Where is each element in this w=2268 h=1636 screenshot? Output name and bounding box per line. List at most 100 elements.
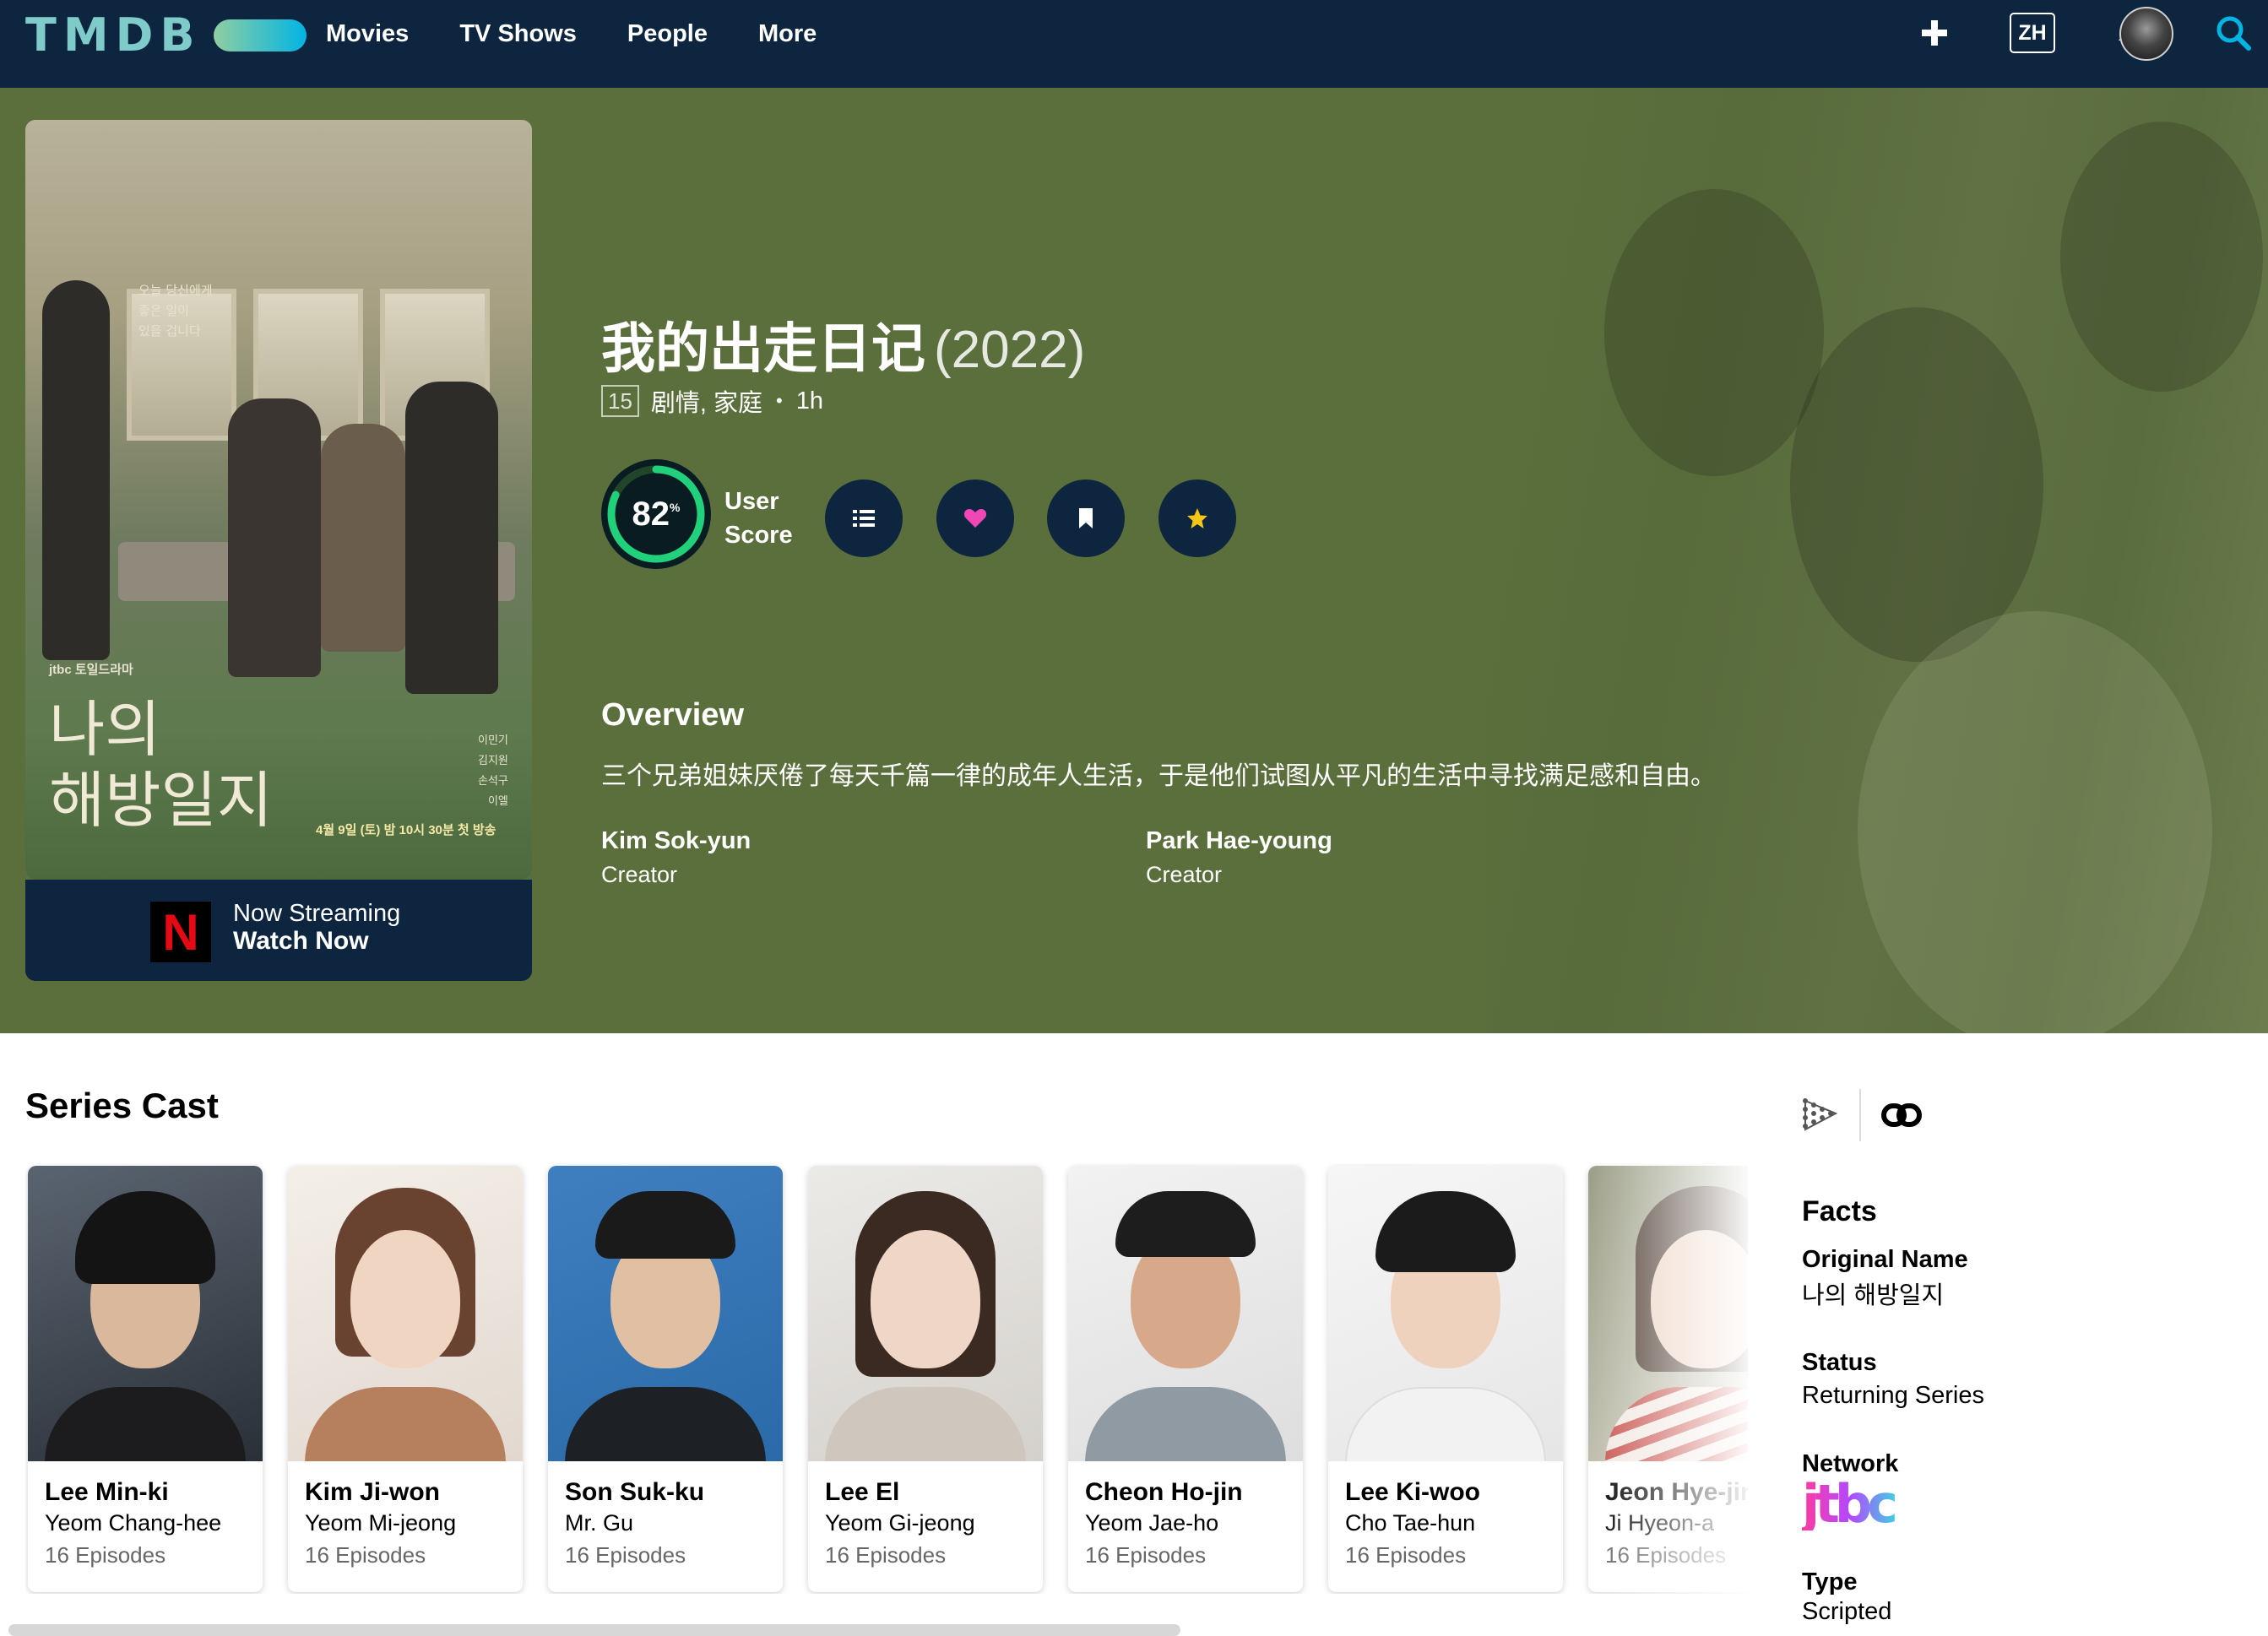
poster-airdate: 4월 9일 (토) 밤 10시 30분 첫 방송 — [316, 823, 496, 837]
creator-role: Creator — [601, 862, 678, 887]
poster-figure — [42, 280, 110, 660]
cast-name[interactable]: Kim Ji-won — [305, 1478, 440, 1507]
hero-section: 오늘 당신에게 좋은 일이 있을 겁니다 jtbc 토일드라마 나의 해방일지 … — [0, 88, 2268, 1033]
cast-card[interactable]: Lee Min-ki Yeom Chang-hee 16 Episodes — [28, 1166, 263, 1592]
fact-label: Status — [1802, 1349, 1877, 1376]
nav-links: Movies TV Shows People More — [326, 0, 867, 68]
nav-people[interactable]: People — [627, 20, 708, 48]
poster-figure — [405, 382, 498, 694]
justwatch-icon[interactable] — [1802, 1097, 1839, 1133]
cast-card[interactable]: Jeon Hye-jin Ji Hyeon-a 16 Episodes — [1588, 1166, 1748, 1592]
photo-shape — [1115, 1191, 1256, 1257]
search-icon[interactable] — [2207, 7, 2260, 59]
cast-name[interactable]: Lee Min-ki — [45, 1478, 169, 1507]
streaming-button[interactable]: N Now Streaming Watch Now — [25, 880, 532, 981]
nav-tv-shows[interactable]: TV Shows — [459, 20, 577, 48]
photo-shape — [305, 1387, 506, 1461]
jtbc-logo[interactable]: jtbc — [1802, 1478, 1898, 1530]
cast-name[interactable]: Son Suk-ku — [565, 1478, 704, 1507]
cast-character: Yeom Jae-ho — [1085, 1510, 1219, 1536]
cast-name[interactable]: Lee El — [825, 1478, 899, 1507]
separator-dot: • — [776, 390, 783, 411]
score-value: 82% — [601, 459, 711, 569]
language-label: ZH — [2010, 13, 2055, 53]
fact-value: Returning Series — [1802, 1382, 1984, 1409]
show-facts: 15 剧情, 家庭 • 1h — [601, 383, 823, 419]
creator-role: Creator — [1146, 862, 1223, 887]
cast-card[interactable]: Lee Ki-woo Cho Tae-hun 16 Episodes — [1328, 1166, 1563, 1592]
page-title: 我的出走日记 (2022) — [601, 306, 1085, 383]
watch-now-label: Watch Now — [233, 927, 369, 955]
cast-episodes: 16 Episodes — [825, 1542, 947, 1568]
language-button[interactable]: ZH — [2006, 7, 2059, 59]
photo-shape — [1651, 1230, 1748, 1368]
cast-episodes: 16 Episodes — [1085, 1542, 1207, 1568]
add-icon[interactable] — [1908, 7, 1961, 59]
genres[interactable]: 剧情, 家庭 — [651, 383, 762, 419]
link-icon[interactable] — [1881, 1102, 1922, 1128]
photo-shape — [825, 1387, 1026, 1461]
photo-shape — [595, 1191, 735, 1259]
add-to-list-button[interactable] — [825, 479, 903, 557]
photo-shape — [871, 1230, 980, 1368]
backdrop-figure — [1790, 307, 2043, 662]
score-label-1: User — [724, 488, 779, 515]
creator-1: Kim Sok-yun Creator — [601, 827, 751, 888]
photo-shape — [1345, 1387, 1546, 1461]
top-nav: TMDB Movies TV Shows People More ZH — [0, 0, 2268, 88]
backdrop-figure — [2060, 122, 2263, 392]
cast-card[interactable]: Son Suk-ku Mr. Gu 16 Episodes — [548, 1166, 783, 1592]
cast-episodes: 16 Episodes — [1605, 1542, 1727, 1568]
cast-character: Yeom Chang-hee — [45, 1510, 222, 1536]
cast-scrollbar[interactable] — [8, 1624, 1180, 1636]
creator-name[interactable]: Kim Sok-yun — [601, 827, 751, 855]
photo-shape — [1085, 1387, 1286, 1461]
facts-heading: Facts — [1802, 1195, 1877, 1227]
favorite-button[interactable] — [936, 479, 1014, 557]
cast-character: Mr. Gu — [565, 1510, 634, 1536]
series-cast-heading: Series Cast — [25, 1086, 219, 1125]
cast-character: Cho Tae-hun — [1345, 1510, 1476, 1536]
cast-name[interactable]: Jeon Hye-jin — [1605, 1478, 1748, 1507]
creator-name[interactable]: Park Hae-young — [1146, 827, 1332, 855]
bookmark-icon — [1079, 508, 1093, 528]
watchlist-button[interactable] — [1047, 479, 1125, 557]
tmdb-logo[interactable]: TMDB — [25, 12, 307, 59]
rate-button[interactable] — [1158, 479, 1236, 557]
logo-text: TMDB — [25, 8, 202, 62]
fact-status: Status Returning Series — [1802, 1349, 1984, 1410]
star-icon — [1187, 508, 1207, 528]
poster-tagline: 오늘 당신에게 좋은 일이 있을 겁니다 — [138, 283, 213, 339]
cast-card[interactable]: Kim Ji-won Yeom Mi-jeong 16 Episodes — [288, 1166, 523, 1592]
score-label: User Score — [724, 485, 826, 552]
cast-character: Yeom Mi-jeong — [305, 1510, 457, 1536]
netflix-icon: N — [150, 902, 211, 962]
cast-card[interactable]: Lee El Yeom Gi-jeong 16 Episodes — [808, 1166, 1043, 1592]
cast-scroller[interactable]: Lee Min-ki Yeom Chang-hee 16 Episodes Ki… — [25, 1163, 1748, 1594]
nav-more[interactable]: More — [758, 20, 817, 48]
overview-text: 三个兄弟姐妹厌倦了每天千篇一律的成年人生活，于是他们试图从平凡的生活中寻找满足感… — [601, 762, 1716, 790]
cast-character: Yeom Gi-jeong — [825, 1510, 975, 1536]
nav-movies[interactable]: Movies — [326, 20, 409, 48]
cast-card[interactable]: Cheon Ho-jin Yeom Jae-ho 16 Episodes — [1068, 1166, 1303, 1592]
list-icon — [853, 510, 875, 527]
overview-heading: Overview — [601, 697, 744, 733]
avatar-button[interactable] — [2118, 5, 2175, 62]
certification-badge: 15 — [601, 385, 639, 417]
cast-photo — [808, 1166, 1043, 1461]
fact-network: Network jtbc — [1802, 1450, 1898, 1530]
avatar — [2119, 7, 2173, 61]
cast-name[interactable]: Lee Ki-woo — [1345, 1478, 1480, 1507]
poster-figure — [321, 424, 405, 652]
score-number: 82 — [632, 495, 670, 533]
show-title[interactable]: 我的出走日记 — [601, 318, 925, 381]
show-year: (2022) — [934, 321, 1086, 379]
photo-shape — [1375, 1191, 1516, 1272]
cast-photo — [1328, 1166, 1563, 1461]
cast-name[interactable]: Cheon Ho-jin — [1085, 1478, 1243, 1507]
cast-photo — [288, 1166, 523, 1461]
cast-photo — [28, 1166, 263, 1461]
runtime: 1h — [795, 387, 824, 414]
poster[interactable]: 오늘 당신에게 좋은 일이 있을 겁니다 jtbc 토일드라마 나의 해방일지 … — [25, 120, 532, 880]
cast-episodes: 16 Episodes — [305, 1542, 426, 1568]
